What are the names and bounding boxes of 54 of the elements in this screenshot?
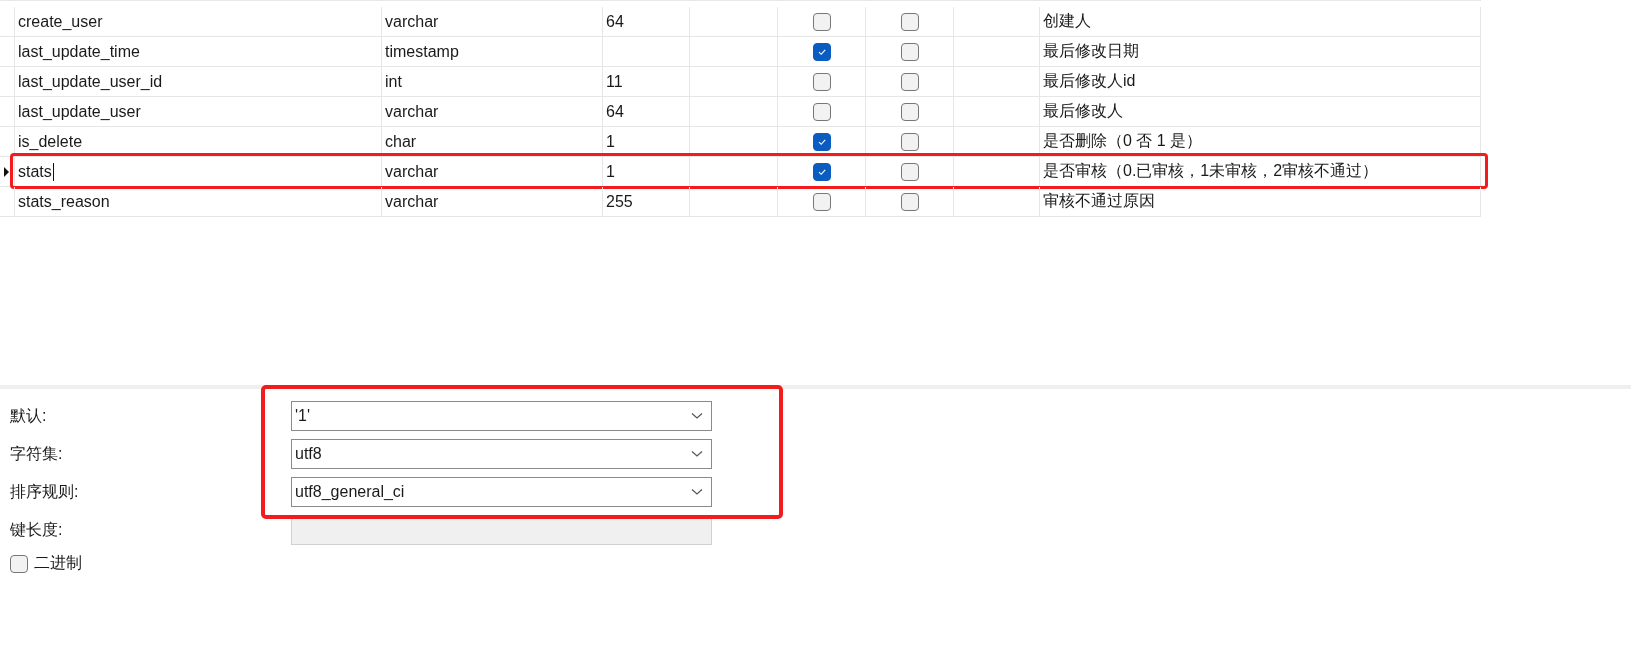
checkbox[interactable] <box>812 102 831 121</box>
table-cell: 64 <box>606 102 624 121</box>
chevron-down-icon <box>691 488 703 496</box>
table-cell-text: 最后修改日期 <box>1043 41 1139 61</box>
field-label: 键长度: <box>10 519 64 540</box>
chevron-down-icon <box>691 412 703 420</box>
row-header[interactable] <box>0 157 15 187</box>
checkbox[interactable] <box>812 12 831 31</box>
table-cell-text: 最后修改人id <box>1043 71 1136 91</box>
table-cell: stats_reason <box>18 192 110 211</box>
checkbox[interactable] <box>812 42 831 61</box>
checkbox[interactable] <box>900 72 919 91</box>
checkbox-label: 二进制 <box>34 553 82 573</box>
table-cell: int <box>385 72 402 91</box>
table-cell: char <box>385 132 417 151</box>
field-label: 字符集: <box>10 443 64 464</box>
table-cell: varchar <box>385 12 439 31</box>
dropdown[interactable]: utf8_general_ci <box>291 477 712 507</box>
field-label: 排序规则: <box>10 481 80 502</box>
checkbox[interactable] <box>10 554 28 573</box>
checkbox[interactable] <box>812 192 831 211</box>
table-cell: 1 <box>606 162 615 181</box>
table-cell: varchar <box>385 162 439 181</box>
checkbox[interactable] <box>900 192 919 211</box>
checkbox[interactable] <box>812 162 831 181</box>
table-cell: stats <box>18 162 52 181</box>
table-cell: last_update_user <box>18 102 141 121</box>
table-cell-text: 创建人 <box>1043 11 1091 31</box>
table-cell-text: 是否审核（0.已审核，1未审核，2审核不通过） <box>1043 161 1379 181</box>
field-label: 默认: <box>10 405 48 426</box>
chevron-down-icon <box>691 450 703 458</box>
table-cell: 11 <box>606 72 623 91</box>
table-cell: is_delete <box>18 132 83 151</box>
dropdown[interactable]: '1' <box>291 401 712 431</box>
checkbox[interactable] <box>900 162 919 181</box>
checkbox[interactable] <box>812 132 831 151</box>
table-cell: create_user <box>18 12 103 31</box>
checkbox[interactable] <box>900 132 919 151</box>
table-cell: varchar <box>385 102 439 121</box>
table-cell: last_update_user_id <box>18 72 163 91</box>
table-cell-text: 最后修改人 <box>1043 101 1123 121</box>
table-cell: last_update_time <box>18 42 140 61</box>
checkbox[interactable] <box>900 102 919 121</box>
table-cell: varchar <box>385 192 439 211</box>
table-cell: timestamp <box>385 42 459 61</box>
table-cell-text: 审核不通过原因 <box>1043 191 1155 211</box>
table-cell: 64 <box>606 12 624 31</box>
checkbox[interactable] <box>900 42 919 61</box>
table-cell-text: 是否删除（0 否 1 是） <box>1043 131 1203 151</box>
table-cell: 255 <box>606 192 633 211</box>
checkbox[interactable] <box>900 12 919 31</box>
table-cell: 1 <box>606 132 615 151</box>
checkbox[interactable] <box>812 72 831 91</box>
dropdown[interactable]: utf8 <box>291 439 712 469</box>
